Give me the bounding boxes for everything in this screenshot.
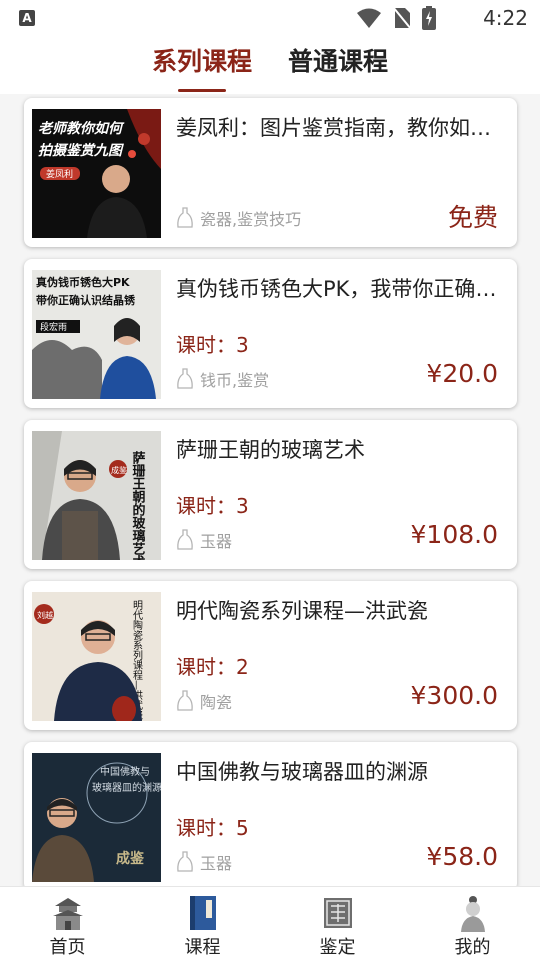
course-card[interactable]: 萨珊王朝的玻璃艺术 成鉴 萨珊王朝的玻璃艺术 课时：3 玉器 ¥108.0 bbox=[24, 420, 517, 569]
clock: 4:22 bbox=[483, 6, 528, 30]
tab-series-courses[interactable]: 系列课程 bbox=[152, 36, 252, 94]
lessons-count: 2 bbox=[236, 655, 249, 679]
course-tag-label: 玉器 bbox=[200, 854, 233, 873]
course-card[interactable]: 老师教你如何 拍摄鉴赏九图 姜凤利 姜凤利：图片鉴赏指南，教你如何拍摄鉴赏九图 … bbox=[24, 98, 517, 247]
thumb-caption: 老师教你如何 bbox=[38, 120, 125, 137]
vase-icon bbox=[177, 529, 193, 550]
course-price: ¥20.0 bbox=[426, 359, 498, 388]
vase-icon bbox=[177, 207, 193, 228]
seal-icon bbox=[320, 893, 356, 933]
course-lessons: 课时：3 bbox=[176, 490, 249, 519]
tab-regular-courses[interactable]: 普通课程 bbox=[288, 36, 388, 94]
thumb-caption: 带你正确认识结晶锈 bbox=[36, 293, 136, 307]
lessons-count: 3 bbox=[236, 333, 249, 357]
thumb-caption: 刘越 bbox=[37, 610, 53, 620]
active-tab-indicator bbox=[177, 89, 226, 92]
vase-icon bbox=[177, 368, 193, 389]
course-tag-label: 钱币,鉴赏 bbox=[200, 371, 270, 390]
course-price: ¥108.0 bbox=[410, 520, 498, 549]
temple-icon bbox=[50, 893, 86, 933]
course-list[interactable]: 老师教你如何 拍摄鉴赏九图 姜凤利 姜凤利：图片鉴赏指南，教你如何拍摄鉴赏九图 … bbox=[0, 94, 540, 886]
course-lessons: 课时：5 bbox=[176, 812, 249, 841]
nav-courses[interactable]: 课程 bbox=[135, 887, 270, 960]
thumb-caption: 拍摄鉴赏九图 bbox=[38, 142, 124, 159]
no-sim-icon bbox=[392, 6, 412, 30]
course-price: ¥300.0 bbox=[410, 681, 498, 710]
course-lessons: 课时：2 bbox=[176, 651, 249, 680]
lessons-label: 课时： bbox=[176, 816, 236, 840]
course-title: 萨珊王朝的玻璃艺术 bbox=[176, 438, 365, 462]
course-tag-label: 瓷器,鉴赏技巧 bbox=[200, 210, 302, 229]
app-badge-icon: A bbox=[19, 10, 35, 26]
course-price: ¥58.0 bbox=[426, 842, 498, 871]
course-thumbnail: 萨珊王朝的玻璃艺术 成鉴 bbox=[32, 431, 161, 560]
lessons-label: 课时： bbox=[176, 494, 236, 518]
book-icon bbox=[185, 893, 221, 933]
course-price: 免费 bbox=[447, 203, 498, 232]
tab-label: 系列课程 bbox=[151, 47, 252, 76]
course-card[interactable]: 真伪钱币锈色大PK 带你正确认识结晶锈 段宏雨 真伪钱币锈色大PK，我带你正确认… bbox=[24, 259, 517, 408]
course-tag-label: 陶瓷 bbox=[200, 693, 233, 712]
course-title: 中国佛教与玻璃器皿的渊源 bbox=[176, 760, 428, 784]
bottom-nav: 首页 课程 鉴定 我的 bbox=[0, 886, 540, 960]
status-icons bbox=[356, 6, 436, 30]
status-bar: A 4:22 bbox=[0, 0, 540, 36]
thumb-caption: 中国佛教与 bbox=[100, 765, 150, 778]
course-card[interactable]: 明代陶瓷系列课程—洪武瓷 刘越 明代陶瓷系列课程—洪武瓷 课时：2 陶瓷 ¥30… bbox=[24, 581, 517, 730]
course-thumbnail: 中国佛教与 玻璃器皿的渊源 成鉴 bbox=[32, 753, 161, 882]
lessons-count: 5 bbox=[236, 816, 249, 840]
person-icon bbox=[455, 893, 491, 933]
lessons-count: 3 bbox=[236, 494, 249, 518]
thumb-caption: 成鉴 bbox=[111, 465, 127, 475]
course-tag: 瓷器,鉴赏技巧 bbox=[176, 206, 301, 230]
course-thumbnail: 明代陶瓷系列课程—洪武瓷 刘越 bbox=[32, 592, 161, 721]
course-lessons: 课时：3 bbox=[176, 329, 249, 358]
nav-mine[interactable]: 我的 bbox=[405, 887, 540, 960]
thumb-caption: 玻璃器皿的渊源 bbox=[92, 781, 161, 794]
course-thumbnail: 真伪钱币锈色大PK 带你正确认识结晶锈 段宏雨 bbox=[32, 270, 161, 399]
nav-label: 鉴定 bbox=[319, 937, 356, 958]
nav-home[interactable]: 首页 bbox=[0, 887, 135, 960]
nav-appraisal[interactable]: 鉴定 bbox=[270, 887, 405, 960]
nav-label: 首页 bbox=[49, 937, 86, 958]
thumb-caption: 成鉴 bbox=[116, 850, 145, 867]
thumb-caption: 真伪钱币锈色大PK bbox=[36, 275, 130, 289]
lessons-label: 课时： bbox=[176, 333, 236, 357]
nav-label: 我的 bbox=[454, 937, 491, 958]
course-tag: 玉器 bbox=[176, 528, 232, 552]
course-title: 姜凤利：图片鉴赏指南，教你如何拍摄鉴赏九图 bbox=[176, 116, 506, 140]
vase-icon bbox=[177, 690, 193, 711]
course-tag: 玉器 bbox=[176, 850, 232, 874]
battery-icon bbox=[422, 6, 436, 30]
course-tabs: 系列课程 普通课程 bbox=[0, 36, 540, 94]
course-tag: 陶瓷 bbox=[176, 689, 232, 713]
vase-icon bbox=[177, 851, 193, 872]
course-tag-label: 玉器 bbox=[200, 532, 233, 551]
course-tag: 钱币,鉴赏 bbox=[176, 367, 269, 391]
course-title: 明代陶瓷系列课程—洪武瓷 bbox=[176, 599, 428, 623]
wifi-icon bbox=[357, 8, 381, 28]
lessons-label: 课时： bbox=[176, 655, 236, 679]
course-card[interactable]: 中国佛教与 玻璃器皿的渊源 成鉴 中国佛教与玻璃器皿的渊源 课时：5 玉器 ¥5… bbox=[24, 742, 517, 886]
thumb-caption: 姜凤利 bbox=[46, 168, 73, 180]
thumb-caption: 段宏雨 bbox=[40, 321, 67, 333]
tab-label: 普通课程 bbox=[288, 47, 389, 76]
course-thumbnail: 老师教你如何 拍摄鉴赏九图 姜凤利 bbox=[32, 109, 161, 238]
course-title: 真伪钱币锈色大PK，我带你正确认识结晶锈 bbox=[176, 277, 506, 301]
nav-label: 课程 bbox=[184, 937, 221, 958]
thumb-caption: 萨珊王朝的玻璃艺术 bbox=[130, 450, 147, 560]
